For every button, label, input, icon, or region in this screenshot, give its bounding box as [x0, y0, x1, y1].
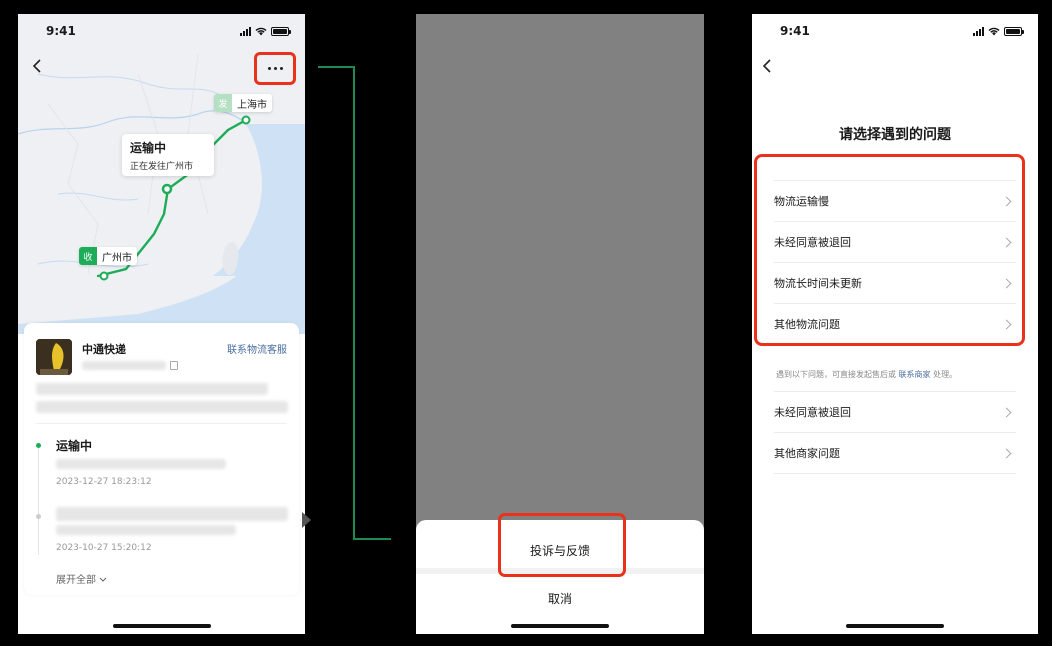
merchant-hint: 遇到以下问题，可直接发起售后或 联系商家 处理。	[776, 370, 958, 379]
flow-connector	[353, 538, 391, 540]
expand-all-button[interactable]: 展开全部	[56, 571, 107, 586]
chevron-right-icon	[1001, 407, 1012, 417]
cancel-button[interactable]: 取消	[416, 590, 704, 607]
timeline-status: 运输中	[56, 439, 93, 453]
chevron-left-icon	[32, 59, 41, 73]
transit-status: 运输中	[130, 141, 167, 155]
select-issue-screen: 9:41 请选择遇到的问题 物流运输慢 未经同意被退回 物流长时间未更新 其他物…	[752, 14, 1038, 634]
flow-arrow-icon	[302, 512, 311, 528]
wifi-icon	[988, 27, 1000, 35]
flow-connector	[353, 66, 355, 539]
divider	[774, 473, 1016, 474]
chevron-right-icon	[1001, 448, 1012, 458]
destination-city-name: 广州市	[102, 252, 132, 264]
signal-icon	[973, 26, 984, 36]
home-indicator	[511, 624, 609, 628]
expand-all-label: 展开全部	[56, 575, 96, 586]
status-bar: 9:41	[752, 14, 1038, 48]
destination-city-tag: 收 广州市	[79, 247, 137, 265]
timeline-dot	[36, 514, 41, 519]
back-button[interactable]	[758, 56, 778, 76]
transit-status-card: 运输中 正在发往广州市	[122, 134, 214, 176]
status-time: 9:41	[46, 24, 76, 38]
courier-name: 中通快递	[82, 343, 126, 356]
timeline-detail-redacted-2	[56, 507, 288, 521]
issue-row[interactable]: 未经同意被退回	[774, 391, 1016, 432]
timeline-line	[38, 445, 39, 555]
divider	[36, 423, 287, 424]
merchant-issue-list: 未经同意被退回 其他商家问题	[774, 391, 1016, 474]
timeline-dot-active	[36, 443, 41, 448]
logistics-detail-screen: 9:41 发 上海市 运输中 正在发往广州市 收 广州市 中通快递 联系物流客服…	[18, 14, 305, 634]
courier-logo	[36, 339, 72, 375]
status-bar: 9:41	[18, 14, 305, 48]
origin-badge: 发	[214, 94, 232, 112]
action-sheet-screen: 投诉与反馈 取消	[416, 14, 704, 634]
transit-substatus: 正在发往广州市	[130, 162, 194, 172]
status-time: 9:41	[780, 24, 810, 38]
tracking-number-redacted	[82, 361, 166, 370]
chevron-left-icon	[762, 59, 771, 73]
timeline-detail-redacted-1	[56, 459, 226, 469]
address-redacted-2	[36, 401, 288, 413]
courier-logo-image	[36, 339, 72, 375]
logistics-info-sheet: 中通快递 联系物流客服 运输中 2023-12-27 18:23:12 2023…	[24, 323, 299, 595]
back-button[interactable]	[28, 56, 48, 76]
more-button[interactable]	[254, 52, 296, 85]
battery-icon	[1004, 26, 1024, 36]
timeline-time-1: 2023-12-27 18:23:12	[56, 477, 152, 487]
home-indicator	[846, 624, 944, 628]
page-title: 请选择遇到的问题	[839, 127, 951, 143]
timeline-detail-redacted-3	[56, 525, 236, 535]
home-indicator	[112, 624, 211, 628]
signal-icon	[240, 26, 251, 36]
contact-merchant-link[interactable]: 联系商家	[899, 370, 931, 379]
origin-city-name: 上海市	[237, 99, 267, 111]
highlight-box	[754, 154, 1025, 346]
copy-icon[interactable]	[170, 361, 178, 370]
chevron-down-icon	[99, 577, 107, 582]
destination-badge: 收	[79, 247, 97, 265]
address-redacted-1	[36, 383, 268, 395]
flow-connector	[318, 66, 354, 68]
more-dots-icon	[267, 67, 283, 70]
highlight-box	[498, 513, 626, 577]
contact-courier-link[interactable]: 联系物流客服	[227, 341, 287, 356]
timeline-time-2: 2023-10-27 15:20:12	[56, 543, 152, 553]
battery-icon	[271, 26, 291, 36]
issue-row[interactable]: 其他商家问题	[774, 432, 1016, 473]
wifi-icon	[255, 27, 267, 35]
origin-city-tag: 发 上海市	[214, 94, 272, 112]
